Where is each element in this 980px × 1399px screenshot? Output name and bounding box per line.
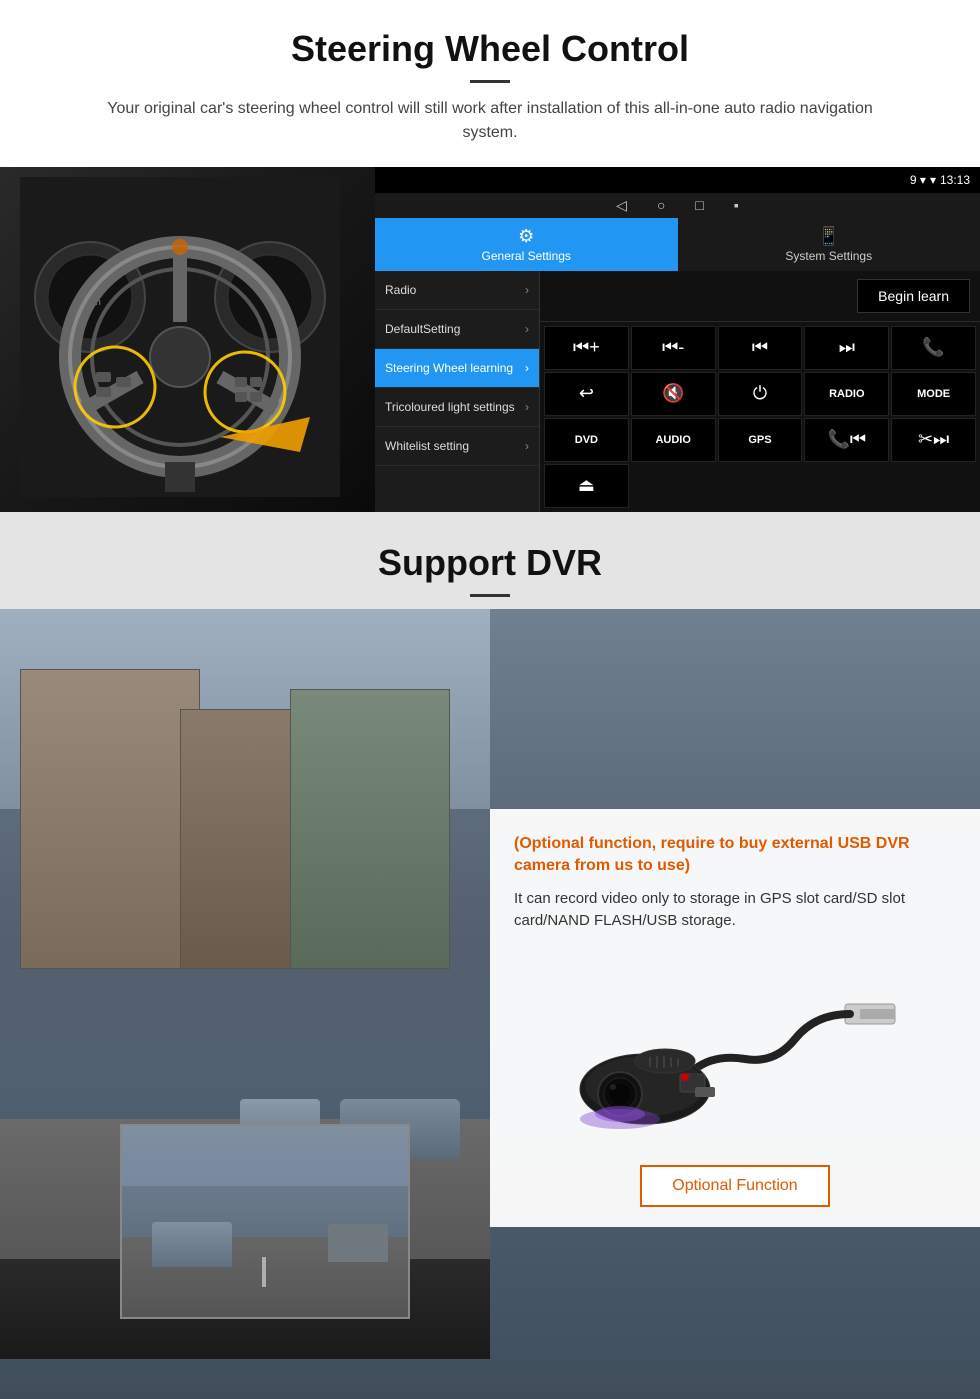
begin-learn-button[interactable]: Begin learn xyxy=(857,279,970,313)
settings-menu: Radio › DefaultSetting › Steering Wheel … xyxy=(375,271,540,512)
dvr-camera-svg xyxy=(565,959,905,1139)
ctrl-btn-audio[interactable]: AUDIO xyxy=(631,418,716,462)
ctrl-btn-prev[interactable]: ⏮ xyxy=(718,326,803,370)
ctrl-btn-mute[interactable]: 🔇 xyxy=(631,372,716,416)
begin-learn-row: Begin learn xyxy=(540,271,980,322)
menu-item-radio-label: Radio xyxy=(385,283,416,297)
ctrl-btn-eject[interactable]: ⏏ xyxy=(544,464,629,508)
building-left xyxy=(20,669,200,969)
dvr-title: Support DVR xyxy=(40,542,940,584)
time-display: 13:13 xyxy=(940,173,970,187)
ctrl-btn-vol-down[interactable]: ⏮- xyxy=(631,326,716,370)
steering-wheel-image: km/h xyxy=(0,167,375,512)
menu-arrow-steering-wheel: › xyxy=(525,361,529,375)
screenshot-car-right xyxy=(328,1224,388,1262)
optional-function-button[interactable]: Optional Function xyxy=(640,1165,829,1207)
dvr-optional-text: (Optional function, require to buy exter… xyxy=(514,833,956,878)
ctrl-btn-call-prev[interactable]: 📞⏮ xyxy=(804,418,889,462)
steering-wheel-svg: km/h xyxy=(20,177,340,497)
menu-item-radio[interactable]: Radio › xyxy=(375,271,539,310)
building-center xyxy=(180,709,300,969)
menu-arrow-defaultsetting: › xyxy=(525,322,529,336)
optional-function-container: Optional Function xyxy=(514,1165,956,1207)
ctrl-btn-next[interactable]: ⏭ xyxy=(804,326,889,370)
ctrl-buttons-grid: ⏮+ ⏮- ⏮ ⏭ 📞 ↩ 🔇 ⏻ RADIO MODE DVD AUDIO G… xyxy=(540,322,980,512)
menu-item-steering-wheel-label: Steering Wheel learning xyxy=(385,361,513,375)
section1-header: Steering Wheel Control Your original car… xyxy=(0,0,980,153)
section1-title: Steering Wheel Control xyxy=(40,28,940,70)
menu-item-whitelist[interactable]: Whitelist setting › xyxy=(375,427,539,466)
android-navbar[interactable]: ◁ ○ □ ▪ xyxy=(375,193,980,219)
dvr-scene: (Optional function, require to buy exter… xyxy=(0,609,980,1399)
menu-item-defaultsetting-label: DefaultSetting xyxy=(385,322,460,336)
wifi-icon: ▾ xyxy=(930,173,936,187)
menu-nav-icon[interactable]: ▪ xyxy=(734,197,739,213)
general-settings-icon: ⚙ xyxy=(518,226,534,247)
tab-system-settings-label: System Settings xyxy=(785,249,872,263)
ctrl-btn-hangup[interactable]: ↩ xyxy=(544,372,629,416)
swc-container: km/h xyxy=(0,167,980,512)
settings-content: Radio › DefaultSetting › Steering Wheel … xyxy=(375,271,980,512)
signal-icon: 9 ▾ xyxy=(910,173,926,187)
screenshot-car-left xyxy=(152,1222,232,1267)
menu-item-tricoloured[interactable]: Tricoloured light settings › xyxy=(375,388,539,427)
title-divider xyxy=(470,80,510,83)
settings-tabs: ⚙ General Settings 📱 System Settings xyxy=(375,218,980,271)
tab-general-settings-label: General Settings xyxy=(482,249,571,263)
dvr-info-card: (Optional function, require to buy exter… xyxy=(490,809,980,1227)
menu-item-tricoloured-label: Tricoloured light settings xyxy=(385,400,515,414)
menu-arrow-tricoloured: › xyxy=(525,400,529,414)
back-nav-icon[interactable]: ◁ xyxy=(616,197,627,214)
recents-nav-icon[interactable]: □ xyxy=(695,197,703,213)
menu-arrow-whitelist: › xyxy=(525,439,529,453)
tab-general-settings[interactable]: ⚙ General Settings xyxy=(375,218,678,271)
settings-right: Begin learn ⏮+ ⏮- ⏮ ⏭ 📞 ↩ 🔇 ⏻ RADIO MODE… xyxy=(540,271,980,512)
dvr-desc-text: It can record video only to storage in G… xyxy=(514,888,956,933)
ctrl-btn-radio[interactable]: RADIO xyxy=(804,372,889,416)
menu-item-steering-wheel[interactable]: Steering Wheel learning › xyxy=(375,349,539,388)
ctrl-btn-gps[interactable]: GPS xyxy=(718,418,803,462)
dvr-divider xyxy=(470,594,510,597)
tab-system-settings[interactable]: 📱 System Settings xyxy=(678,218,980,271)
ctrl-btn-call[interactable]: 📞 xyxy=(891,326,976,370)
building-right xyxy=(290,689,450,969)
system-settings-icon: 📱 xyxy=(818,226,840,247)
menu-item-whitelist-label: Whitelist setting xyxy=(385,439,469,453)
ctrl-btn-mode[interactable]: MODE xyxy=(891,372,976,416)
status-icons: 9 ▾ ▾ 13:13 xyxy=(910,173,970,187)
ctrl-btn-power[interactable]: ⏻ xyxy=(718,372,803,416)
menu-item-defaultsetting[interactable]: DefaultSetting › xyxy=(375,310,539,349)
screenshot-road-line xyxy=(262,1257,266,1287)
dvr-section: Support DVR xyxy=(0,512,980,1399)
ctrl-btn-dvd[interactable]: DVD xyxy=(544,418,629,462)
dvr-product-area xyxy=(514,949,956,1149)
home-nav-icon[interactable]: ○ xyxy=(657,197,665,213)
ctrl-btn-cut-next[interactable]: ✂⏭ xyxy=(891,418,976,462)
dvr-header: Support DVR xyxy=(0,512,980,609)
android-statusbar: 9 ▾ ▾ 13:13 xyxy=(375,167,980,193)
menu-arrow-radio: › xyxy=(525,283,529,297)
section1-subtitle: Your original car's steering wheel contr… xyxy=(80,97,900,145)
android-panel: 9 ▾ ▾ 13:13 ◁ ○ □ ▪ ⚙ General Settings 📱… xyxy=(375,167,980,512)
dvr-screenshot-thumbnail xyxy=(120,1124,410,1319)
ctrl-btn-vol-up[interactable]: ⏮+ xyxy=(544,326,629,370)
